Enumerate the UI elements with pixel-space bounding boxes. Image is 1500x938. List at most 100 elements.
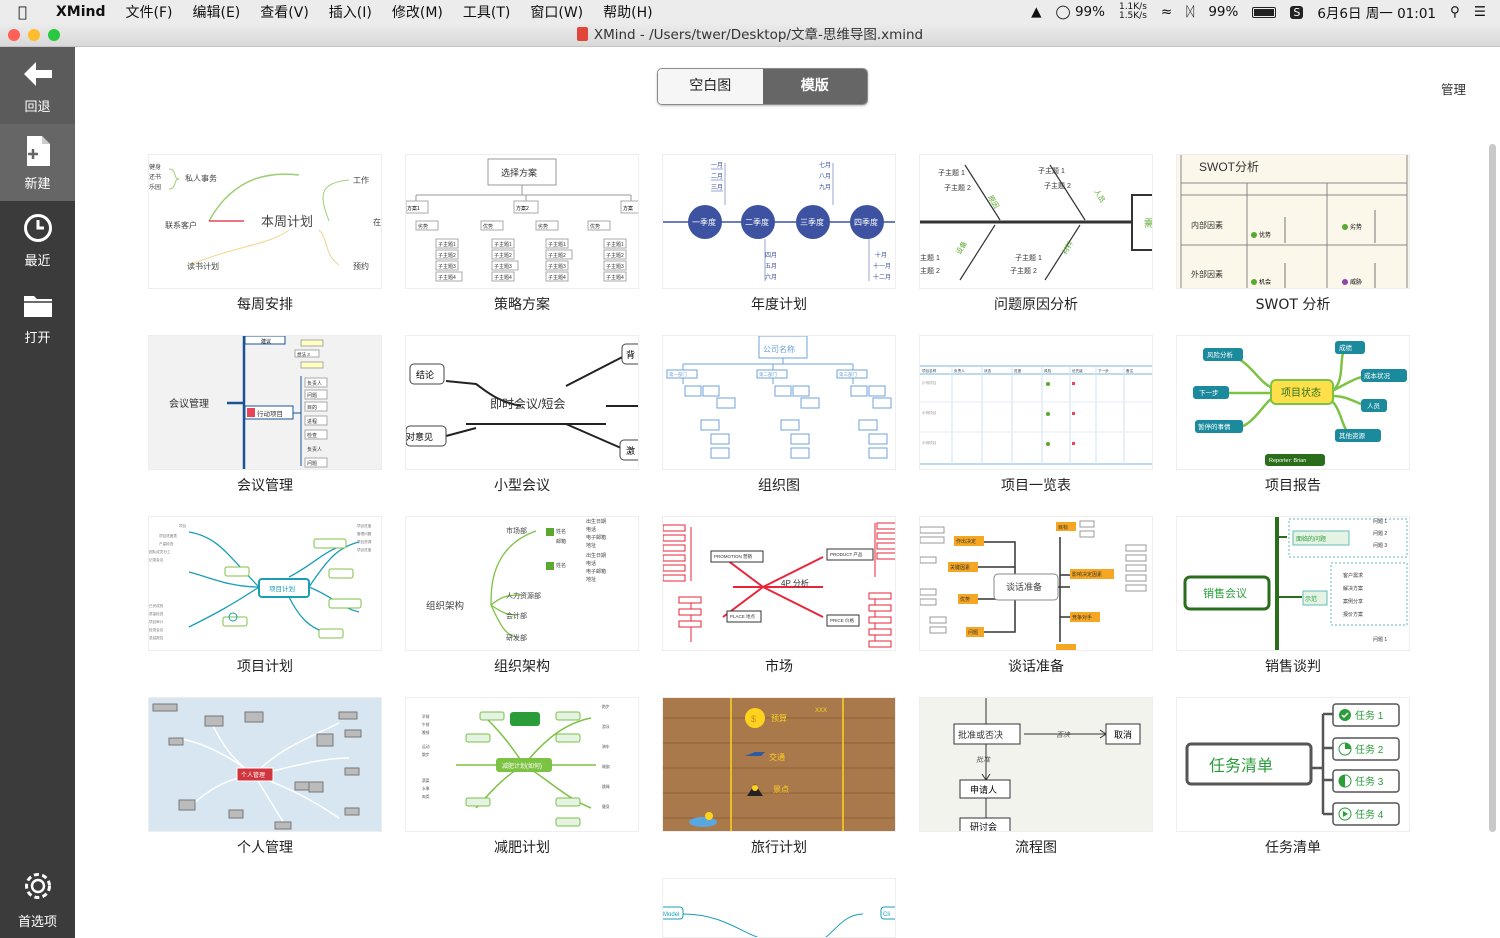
template-card[interactable]: 一季度 二季度 三季度 四季度 一月 二月 三月 七月 八月 九月 四月 五月 六月 十月十…	[662, 154, 896, 314]
menu-edit[interactable]: 编辑(E)	[193, 2, 241, 22]
sidebar-item-new[interactable]: 新建	[0, 124, 75, 201]
branch: 工作	[353, 175, 369, 185]
template-card[interactable]: 谈话准备 作出决定 关键因素 优势 问题 影响决定因素 竞争对手 目标 谈话准备	[919, 516, 1153, 676]
menu-bar:  XMind 文件(F) 编辑(E) 查看(V) 插入(I) 修改(M) 工具…	[0, 0, 1500, 24]
menu-file[interactable]: 文件(F)	[126, 2, 173, 22]
cpu-status[interactable]: ◯ 99%	[1056, 4, 1105, 20]
branch: 竞争对手	[1072, 614, 1092, 621]
quadrant-label: 威胁	[1350, 278, 1362, 286]
template-thumbnail: 公司名称 第一部门 第二部门 第三部门	[662, 335, 896, 470]
wifi-icon[interactable]: ≈	[1161, 4, 1172, 20]
sidebar-item-preferences[interactable]: 首选项	[0, 871, 75, 930]
vertical-scrollbar[interactable]	[1489, 144, 1496, 832]
clock[interactable]: 6月6日 周一 01:01	[1317, 2, 1436, 22]
menu-insert[interactable]: 插入(I)	[329, 2, 372, 22]
notification-center-icon[interactable]: ☰	[1474, 4, 1486, 20]
template-card[interactable]: 项目名称 负责人 状态 进度 风险 优先级 下一步 备注 示例项目 示例项目 示例项目 项目一览表	[919, 335, 1153, 495]
svg-text:子主题3: 子主题3	[606, 263, 624, 270]
branch: 风险分析	[1207, 350, 1234, 359]
leaf: 问题 1	[1373, 636, 1387, 643]
tab-blank-map[interactable]: 空白图	[658, 69, 763, 104]
svg-text:方案2: 方案2	[516, 205, 529, 212]
template-card[interactable]: 需 子主题 1 子主题 2 子主题 1 子主题 2 主题 1 主题 2 子主题 1 子主…	[919, 154, 1153, 314]
template-thumbnail: SWOT分析 内部因素 外部因素 优势 劣势 机会 威胁	[1176, 154, 1410, 289]
svg-text:负责人: 负责人	[307, 380, 322, 387]
spotlight-icon[interactable]: ⚲	[1450, 4, 1460, 20]
template-thumbnail: 项目状态 风险分析 下一步 暂停的事情 成绩 成本状况 人员 其他资源 Repo…	[1176, 335, 1410, 470]
menu-view[interactable]: 查看(V)	[260, 2, 309, 22]
template-card[interactable]: 会议管理 行动项目 建议 负责人 问题 目的 进程 检查 负责人 问题 想法 3…	[148, 335, 382, 495]
template-card[interactable]: SWOT分析 内部因素 外部因素 优势 劣势 机会 威胁 SWOT 分析	[1176, 154, 1410, 314]
network-speed[interactable]: 1.1K/s 1.5K/s	[1119, 3, 1147, 21]
app-menu[interactable]: XMind	[56, 4, 106, 20]
template-card[interactable]: 公司名称 第一部门 第二部门 第三部门 组织图	[662, 335, 896, 495]
branch: 问题	[968, 629, 978, 636]
template-card[interactable]: 销售会议 面临的问题 示范 问题 1 问题 2 问题 3 客户需求 解决方案 案例分享报…	[1176, 516, 1410, 676]
template-card[interactable]: 减肥计划(如何) 早餐 午餐 晚餐 运动 散步 蔬菜 水果 肉类 跑步 游泳 骑车 瑜伽 跳绳 健身 减肥…	[405, 697, 639, 857]
template-card[interactable]: 项目计划 项目 项目进度表 产量检查 团队成员分工 记录会议 已完成的 质量检查 项目审计检…	[148, 516, 382, 676]
quadrant-label: 劣势	[1350, 223, 1362, 231]
template-card[interactable]: $ 预算 XXX 交通 景点 旅行计划	[662, 697, 896, 857]
svg-text:八月: 八月	[819, 173, 831, 180]
sidebar-item-open[interactable]: 打开	[0, 278, 75, 355]
bluetooth-icon[interactable]: ᛞ	[1186, 4, 1194, 20]
apple-menu-icon[interactable]: 	[18, 3, 38, 21]
svg-text:示例项目: 示例项目	[922, 380, 936, 385]
branch: 行动项目	[257, 409, 283, 418]
svg-text:三月: 三月	[711, 184, 723, 191]
template-label: 项目计划	[237, 659, 293, 675]
menu-modify[interactable]: 修改(M)	[392, 2, 443, 22]
mode-segmented-control: 空白图 模版	[657, 68, 868, 105]
drive-icon[interactable]: ▲	[1031, 4, 1041, 20]
battery-status[interactable]: 99%	[1208, 4, 1238, 20]
svg-text:午餐: 午餐	[422, 722, 430, 727]
template-card[interactable]: 组织架构 市场部 人力资源部 会计部 研发部 姓名 邮箱 姓名 出生日期 电话 电子邮箱…	[405, 516, 639, 676]
close-window-button[interactable]	[8, 29, 20, 41]
center-topic: 销售会议	[1203, 586, 1247, 600]
sidebar-item-label: 回退	[24, 100, 51, 115]
menu-help[interactable]: 帮助(H)	[603, 2, 652, 22]
template-label: 策略方案	[494, 297, 550, 313]
svg-text:$: $	[751, 714, 756, 724]
svg-text:六月: 六月	[765, 273, 777, 281]
template-card[interactable]: 选择方案 方案1 方案2 方案 劣势 优势 劣势 优势 子主题1 子主题2 子主…	[405, 154, 639, 314]
template-card[interactable]: 4P 分析 PROMOTION 营销 PRODUCT 产品 PLACE 地点 P…	[662, 516, 896, 676]
zoom-window-button[interactable]	[48, 29, 60, 41]
svg-text:子主题3: 子主题3	[494, 263, 512, 270]
template-card[interactable]: 即时会议/短会 结论 对意见 背 激 小型会议	[405, 335, 639, 495]
branch: 下一步	[1199, 389, 1219, 397]
branch: 人力资源部	[506, 591, 541, 600]
manage-button[interactable]: 管理	[1441, 79, 1466, 98]
minimize-window-button[interactable]	[28, 29, 40, 41]
template-card[interactable]: 本周计划 私人事务 联系客户 读书计划 工作 在 预约 健身 还书 乐园 每周安排	[148, 154, 382, 314]
template-label: 流程图	[1015, 840, 1057, 856]
template-card[interactable]: 任务清单 任务 1 任务 2 任务 3 任务 4 任务清单	[1176, 697, 1410, 857]
svg-text:子主题 1: 子主题 1	[1015, 253, 1042, 262]
branch: 市场部	[506, 526, 527, 535]
sidebar-item-back[interactable]: 回退	[0, 47, 75, 124]
sidebar-item-recent[interactable]: 最近	[0, 201, 75, 278]
template-card[interactable]: Model Cli	[662, 878, 896, 938]
input-source-icon[interactable]: S	[1290, 5, 1304, 19]
center-topic: 公司名称	[763, 344, 795, 354]
branch: 其他资源	[1339, 431, 1366, 440]
svg-text:电话: 电话	[586, 526, 596, 533]
menu-window[interactable]: 窗口(W)	[530, 2, 583, 22]
template-label: 项目一览表	[1001, 478, 1071, 494]
template-thumbnail: 组织架构 市场部 人力资源部 会计部 研发部 姓名 邮箱 姓名 出生日期 电话 电子邮箱…	[405, 516, 639, 651]
template-card[interactable]: 批准或否决 否决 取消 批准 申请人 研讨会 流程图	[919, 697, 1153, 857]
branch: Model	[663, 912, 679, 918]
leaf: 问题 2	[1373, 530, 1387, 537]
branch: 私人事务	[185, 173, 217, 183]
menu-tools[interactable]: 工具(T)	[463, 2, 510, 22]
template-label: 会议管理	[237, 478, 293, 494]
task-item: 任务 3	[1355, 775, 1384, 788]
svg-text:晚餐: 晚餐	[422, 730, 430, 735]
svg-text:姓名: 姓名	[556, 528, 566, 535]
template-card[interactable]: 个人管理 个人管理	[148, 697, 382, 857]
svg-text:子主题 2: 子主题 2	[1010, 266, 1037, 275]
template-card[interactable]: 项目状态 风险分析 下一步 暂停的事情 成绩 成本状况 人员 其他资源 Repo…	[1176, 335, 1410, 495]
window-title: XMind - /Users/twer/Desktop/文章-思维导图.xmin…	[593, 27, 924, 43]
svg-text:姓名: 姓名	[556, 562, 566, 569]
tab-templates[interactable]: 模版	[762, 69, 867, 104]
